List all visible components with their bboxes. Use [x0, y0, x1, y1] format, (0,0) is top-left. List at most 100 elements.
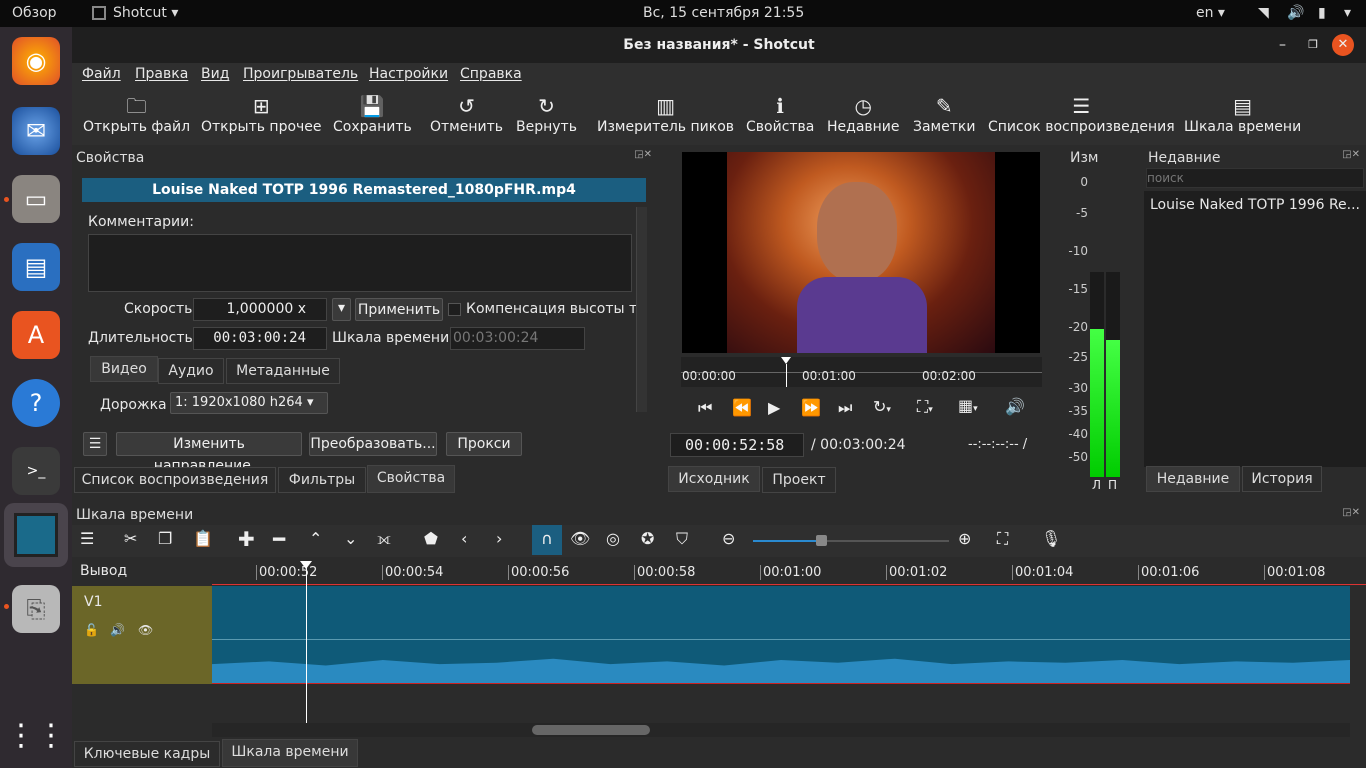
ripple-all-icon[interactable]: ✪ [641, 529, 654, 548]
playlist-button[interactable]: ☰ Список воспроизведения [988, 93, 1175, 135]
zoom-out-icon[interactable]: ⊖ [722, 529, 735, 548]
append-icon[interactable]: ✚ [238, 527, 255, 551]
convert-button[interactable]: Преобразовать... [309, 432, 437, 456]
notes-button[interactable]: ✎ Заметки [913, 93, 975, 135]
menu-view[interactable]: Вид [201, 66, 229, 82]
recent-item[interactable]: Louise Naked TOTP 1996 Re... [1144, 191, 1366, 219]
previous-marker-icon[interactable]: ‹ [461, 529, 467, 548]
scrub-icon[interactable]: 👁 [570, 529, 590, 548]
track-header-v1[interactable]: V1 🔓 🔊 👁 [72, 586, 212, 684]
lock-icon[interactable]: 🔓 [84, 623, 99, 637]
menu-file[interactable]: Файл [82, 66, 121, 82]
paste-icon[interactable]: 📋 [193, 529, 213, 548]
loop-icon[interactable]: ↻▾ [873, 397, 891, 416]
timeline-ruler[interactable]: 00:00:52 00:00:54 00:00:56 00:00:58 00:01:00… [212, 557, 1366, 585]
timeline-panel-float-close-icon[interactable]: ◲✕ [1342, 507, 1360, 518]
zoom-slider-handle[interactable] [816, 535, 827, 546]
video-player[interactable] [682, 152, 1040, 353]
firefox-icon[interactable]: ◉ [12, 37, 60, 85]
shotcut-dock-icon[interactable] [4, 503, 68, 567]
skip-next-icon[interactable]: ⏭ [838, 398, 852, 418]
skip-previous-icon[interactable]: ⏮ [698, 398, 712, 418]
files-icon[interactable]: ▭ [12, 175, 60, 223]
ripple-markers-icon[interactable]: ⛉ [676, 529, 688, 549]
fast-forward-icon[interactable]: ⏩ [801, 398, 821, 417]
speed-dropdown[interactable]: ▾ [332, 298, 351, 321]
rewind-icon[interactable]: ⏪ [732, 398, 752, 417]
speed-input[interactable]: 1,000000 x [193, 298, 327, 321]
current-timecode[interactable]: 00:00:52:58 [670, 433, 804, 457]
cut-icon[interactable]: ✂ [124, 529, 137, 548]
lift-icon[interactable]: ⌃ [309, 529, 322, 548]
menu-player[interactable]: Проигрыватель [243, 66, 358, 82]
menu-help[interactable]: Справка [460, 66, 522, 82]
recent-panel-float-close-icon[interactable]: ◲✕ [1342, 149, 1360, 160]
tab-playlist[interactable]: Список воспроизведения [74, 467, 276, 493]
timeline-scrollbar-thumb[interactable] [532, 725, 650, 735]
app-menu[interactable]: Shotcut ▾ [113, 5, 178, 21]
redo-button[interactable]: ↻ Вернуть [516, 93, 577, 135]
timeline-menu-icon[interactable]: ☰ [80, 529, 94, 548]
libreoffice-writer-icon[interactable]: ▤ [12, 243, 60, 291]
open-file-button[interactable]: 🗀 Открыть файл [83, 93, 190, 135]
activities-button[interactable]: Обзор [12, 5, 57, 21]
timeline-scrollbar[interactable] [212, 723, 1350, 737]
grid-icon[interactable]: ▦▾ [958, 396, 978, 415]
proxy-button[interactable]: Прокси [446, 432, 522, 456]
power-menu-icon[interactable]: ▾ [1344, 5, 1351, 21]
tab-recent[interactable]: Недавние [1146, 466, 1240, 492]
remove-icon[interactable]: ━ [273, 527, 285, 551]
next-marker-icon[interactable]: › [496, 529, 502, 548]
split-icon[interactable]: ⟗ [377, 529, 391, 549]
volume-icon[interactable]: 🔊 [1287, 5, 1304, 21]
open-other-button[interactable]: ⊞ Открыть прочее [201, 93, 322, 135]
menu-settings[interactable]: Настройки [369, 66, 448, 82]
properties-scrollbar[interactable] [636, 207, 647, 412]
recent-search-input[interactable] [1146, 168, 1364, 188]
tab-properties[interactable]: Свойства [367, 465, 455, 493]
maximize-icon[interactable]: ❐ [1308, 27, 1318, 63]
tab-history[interactable]: История [1242, 466, 1322, 492]
apply-button[interactable]: Применить [355, 298, 443, 321]
undo-button[interactable]: ↺ Отменить [430, 93, 503, 135]
terminal-icon[interactable]: >_ [12, 447, 60, 495]
tab-source[interactable]: Исходник [668, 466, 760, 492]
software-center-icon[interactable]: A [12, 311, 60, 359]
player-volume-icon[interactable]: 🔊 [1005, 397, 1025, 416]
clock[interactable]: Вс, 15 сентября 21:55 [643, 5, 804, 21]
overwrite-icon[interactable]: ⌄ [344, 529, 357, 548]
marker-icon[interactable]: ⬟ [424, 529, 438, 548]
properties-button[interactable]: ℹ Свойства [746, 93, 814, 135]
timeline-playhead[interactable] [300, 561, 312, 723]
tab-timeline[interactable]: Шкала времени [222, 739, 358, 767]
show-applications-icon[interactable]: ⋮⋮ [6, 711, 66, 759]
tab-metadata[interactable]: Метаданные [226, 358, 340, 384]
reverse-button[interactable]: Изменить направление... [116, 432, 302, 474]
snap-icon[interactable]: ∩ [532, 525, 562, 555]
zoom-fit-icon[interactable]: ⛶▾ [917, 397, 933, 417]
save-button[interactable]: 💾 Сохранить [333, 93, 412, 135]
recent-button[interactable]: ◷ Недавние [827, 93, 900, 135]
record-audio-icon[interactable]: 🎙 [1041, 529, 1061, 548]
zoom-slider[interactable] [753, 535, 949, 546]
battery-icon[interactable]: ▮ [1318, 5, 1326, 21]
tab-video[interactable]: Видео [90, 356, 158, 382]
close-icon[interactable]: ✕ [1332, 34, 1354, 56]
tab-project[interactable]: Проект [762, 467, 836, 493]
properties-menu-button[interactable]: ☰ [83, 432, 107, 456]
player-ruler[interactable]: 00:00:00 00:01:00 00:02:00 [681, 357, 1042, 387]
track-select[interactable]: 1: 1920x1080 h264 ▾ [170, 392, 328, 414]
usb-drive-icon[interactable]: ⎘ [12, 585, 60, 633]
comments-field[interactable] [88, 234, 632, 292]
zoom-in-icon[interactable]: ⊕ [958, 529, 971, 548]
wifi-icon[interactable]: ◥ [1258, 5, 1269, 21]
play-icon[interactable]: ▶ [768, 398, 780, 417]
help-icon[interactable]: ? [12, 379, 60, 427]
timeline-clip[interactable] [212, 586, 1350, 684]
peak-meter-button[interactable]: ▥ Измеритель пиков [597, 93, 734, 135]
player-playhead[interactable] [781, 357, 791, 387]
tab-filters[interactable]: Фильтры [278, 467, 366, 493]
panel-float-close-icon[interactable]: ◲✕ [634, 149, 652, 160]
minimize-icon[interactable]: – [1279, 27, 1286, 63]
timeline-button[interactable]: ▤ Шкала времени [1184, 93, 1301, 135]
